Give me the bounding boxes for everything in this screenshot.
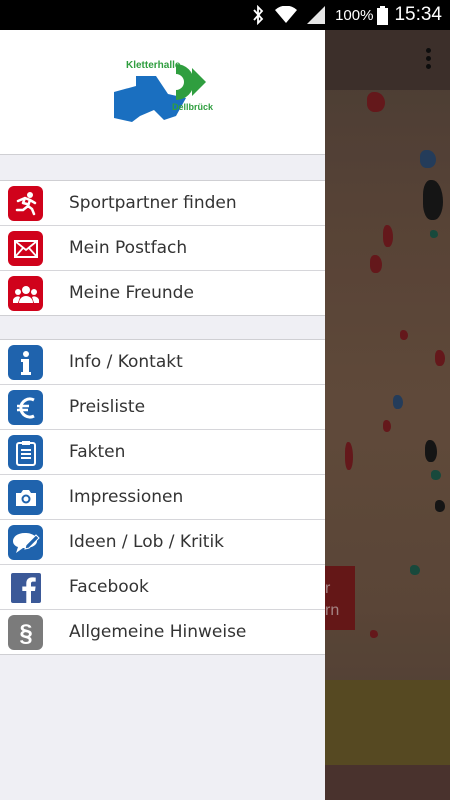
clipboard-icon xyxy=(8,435,43,470)
menu-item-info-kontakt[interactable]: Info / Kontakt xyxy=(0,340,325,385)
kletterhalle-logo: Kletterhalle Dellbrück xyxy=(114,60,214,122)
facebook-icon xyxy=(8,570,43,605)
svg-text:§: § xyxy=(19,620,32,647)
menu-group-info: Info / Kontakt Preisliste Fakten Impress… xyxy=(0,339,325,655)
menu-item-freunde[interactable]: Meine Freunde xyxy=(0,271,325,315)
menu-item-label: Impressionen xyxy=(69,487,184,507)
menu-item-facebook[interactable]: Facebook xyxy=(0,565,325,610)
camera-icon xyxy=(8,480,43,515)
menu-item-postfach[interactable]: Mein Postfach xyxy=(0,226,325,271)
menu-item-label: Facebook xyxy=(69,577,149,597)
background-app: r rn xyxy=(325,30,450,800)
menu-item-impressionen[interactable]: Impressionen xyxy=(0,475,325,520)
wifi-icon xyxy=(275,6,298,24)
scrim-overlay[interactable] xyxy=(325,30,450,800)
logo-top-text: Kletterhalle xyxy=(126,60,181,71)
runner-icon xyxy=(8,186,43,221)
navigation-drawer: Kletterhalle Dellbrück Sportpartner find… xyxy=(0,30,325,800)
logo-bottom-text: Dellbrück xyxy=(172,102,214,112)
menu-item-fakten[interactable]: Fakten xyxy=(0,430,325,475)
euro-icon xyxy=(8,390,43,425)
menu-item-ideen[interactable]: Ideen / Lob / Kritik xyxy=(0,520,325,565)
envelope-icon xyxy=(8,231,43,266)
paragraph-icon: § xyxy=(8,615,43,650)
chat-pencil-icon xyxy=(8,525,43,560)
menu-item-label: Fakten xyxy=(69,442,126,462)
menu-item-sportpartner[interactable]: Sportpartner finden xyxy=(0,181,325,226)
people-icon xyxy=(8,276,43,311)
battery-icon xyxy=(377,5,389,25)
clock: 15:34 xyxy=(394,4,442,25)
signal-icon xyxy=(307,6,326,24)
menu-item-hinweise[interactable]: § Allgemeine Hinweise xyxy=(0,610,325,654)
menu-item-label: Ideen / Lob / Kritik xyxy=(69,532,225,552)
menu-item-label: Mein Postfach xyxy=(69,238,188,258)
menu-item-label: Allgemeine Hinweise xyxy=(69,622,247,642)
menu-item-label: Sportpartner finden xyxy=(69,193,237,213)
menu-item-label: Info / Kontakt xyxy=(69,352,183,372)
menu-item-preisliste[interactable]: Preisliste xyxy=(0,385,325,430)
menu-item-label: Preisliste xyxy=(69,397,146,417)
battery-percent: 100% xyxy=(335,6,374,24)
menu-group-community: Sportpartner finden Mein Postfach Meine … xyxy=(0,180,325,316)
status-bar: 100% 15:34 xyxy=(0,0,450,30)
bluetooth-icon xyxy=(251,5,265,25)
menu-item-label: Meine Freunde xyxy=(69,283,194,303)
info-icon xyxy=(8,345,43,380)
drawer-header: Kletterhalle Dellbrück xyxy=(0,30,325,155)
